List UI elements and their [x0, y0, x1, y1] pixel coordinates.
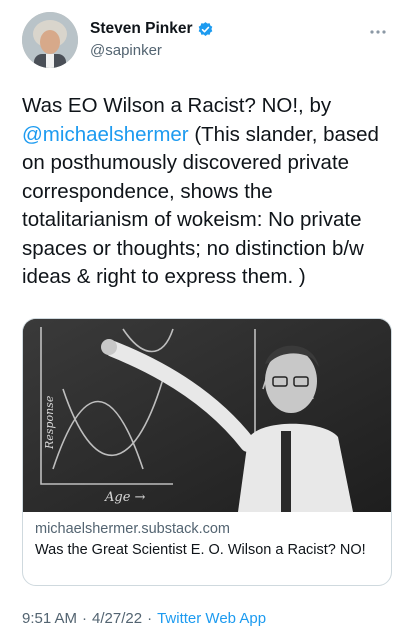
link-preview-card[interactable]: Age → Response michaelshermer.substack.c…	[22, 318, 392, 586]
avatar[interactable]	[22, 12, 78, 68]
tweet-text-start: Was EO Wilson a Racist? NO!, by	[22, 94, 332, 117]
verified-badge-icon	[198, 21, 212, 36]
tweet-text: Was EO Wilson a Racist? NO!, by @michael…	[22, 92, 394, 292]
mention-link[interactable]: @michaelshermer	[22, 123, 189, 146]
more-horizontal-icon[interactable]	[369, 22, 387, 40]
author-handle[interactable]: @sapinker	[90, 42, 214, 59]
tweet-header: Steven Pinker @sapinker	[0, 0, 413, 80]
card-meta: michaelshermer.substack.com Was the Grea…	[23, 512, 391, 560]
photo-man-at-blackboard-icon: Age → Response	[23, 319, 391, 512]
meta-separator: ·	[82, 610, 88, 627]
card-title: Was the Great Scientist E. O. Wilson a R…	[35, 542, 366, 558]
tweet-meta: 9:51 AM · 4/27/22 · Twitter Web App	[22, 610, 266, 627]
author-names: Steven Pinker @sapinker	[90, 20, 214, 59]
tweet-text-end: (This slander, based on posthumously dis…	[22, 122, 379, 289]
card-domain: michaelshermer.substack.com	[35, 521, 231, 537]
avatar-photo-icon	[22, 12, 78, 68]
author-display-name[interactable]: Steven Pinker	[90, 20, 193, 38]
meta-separator-2: ·	[147, 610, 153, 627]
author-name-row[interactable]: Steven Pinker	[90, 20, 214, 38]
tweet-source-link[interactable]: Twitter Web App	[157, 610, 266, 627]
blackboard-response-label: Response	[43, 395, 56, 450]
tweet-time[interactable]: 9:51 AM	[22, 610, 77, 627]
tweet-date[interactable]: 4/27/22	[92, 610, 142, 627]
blackboard-axis-label: Age →	[104, 490, 146, 505]
